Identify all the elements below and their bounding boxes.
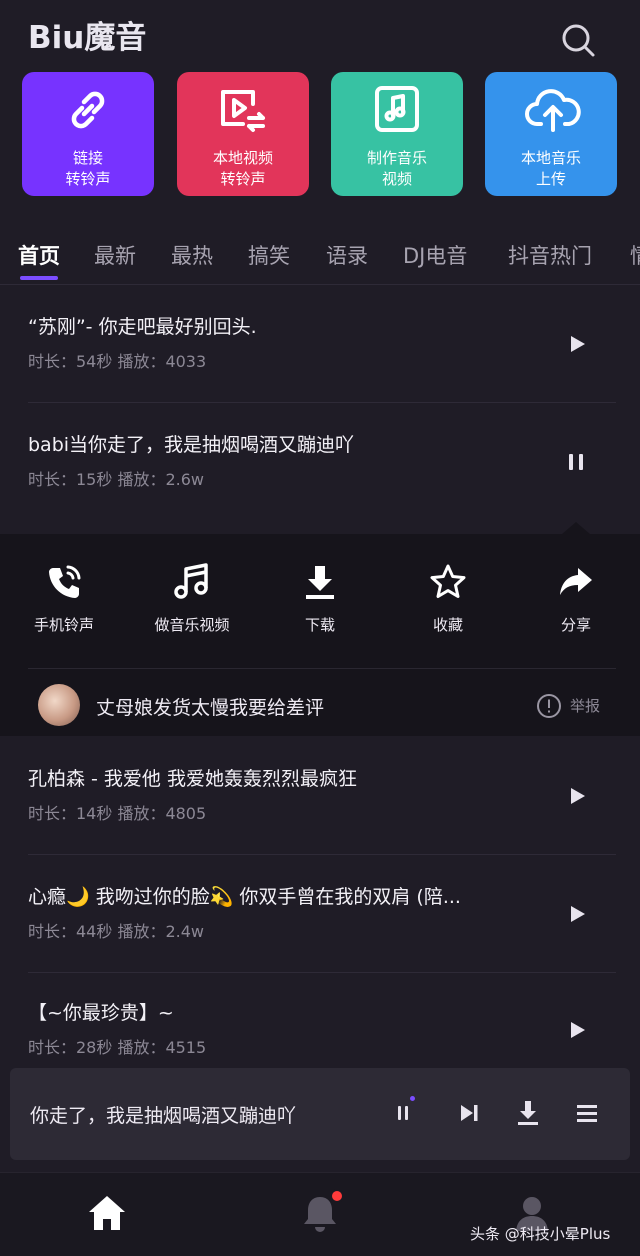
header: Biu魔音 <box>0 0 640 64</box>
song-title: “苏刚”- 你走吧最好别回头. <box>28 316 257 338</box>
cloud-upload-icon <box>525 89 581 132</box>
tab-latest[interactable]: 最新 <box>94 240 136 270</box>
tab-douyin-hot[interactable]: 抖音热门 <box>508 240 592 270</box>
tile-label: 本地视频 转铃声 <box>212 149 273 188</box>
action-label: 手机铃声 <box>33 616 94 634</box>
action-label: 分享 <box>560 616 591 634</box>
tab-funny[interactable]: 搞笑 <box>248 240 290 270</box>
tile-label: 制作音乐 视频 <box>366 149 427 188</box>
song-meta: 时长：14秒 播放：4805 <box>28 804 207 823</box>
song-meta: 时长：15秒 播放：2.6w <box>28 470 204 489</box>
song-item[interactable]: 孔柏森 - 我爱他 我爱她轰轰烈烈最疯狂 时长：14秒 播放：4805 <box>0 738 640 856</box>
tile-label: 链接 转铃声 <box>65 149 111 188</box>
play-icon[interactable] <box>562 1016 590 1044</box>
search-icon[interactable] <box>558 20 598 60</box>
music-note-icon <box>174 563 208 599</box>
bottom-nav: 头条 @科技小晕Plus <box>0 1172 640 1256</box>
category-tabs: 首页 最新 最热 搞笑 语录 DJ电音 抖音热门 情 <box>0 232 640 284</box>
divider <box>28 668 616 669</box>
tab-quotes[interactable]: 语录 <box>326 240 368 270</box>
play-icon[interactable] <box>562 782 590 810</box>
tab-hottest[interactable]: 最热 <box>171 240 213 270</box>
song-action-panel: 手机铃声 做音乐视频 下载 收藏 分享 丈母娘发货太慢我要给差评 举报 <box>0 534 640 736</box>
tile-label: 本地音乐 上传 <box>520 149 581 188</box>
action-label: 收藏 <box>432 616 463 634</box>
play-icon[interactable] <box>562 330 590 358</box>
favorite-button[interactable]: 收藏 <box>393 560 503 646</box>
action-label: 做音乐视频 <box>154 616 230 634</box>
panel-pointer <box>562 522 590 534</box>
song-title: 心瘾🌙 我吻过你的脸💫 你双手曾在我的双肩 (陪... <box>28 886 461 908</box>
divider <box>28 402 616 403</box>
song-item[interactable]: 心瘾🌙 我吻过你的脸💫 你双手曾在我的双肩 (陪... 时长：44秒 播放：2.… <box>0 856 640 974</box>
divider <box>28 972 616 973</box>
uploader-name[interactable]: 丈母娘发货太慢我要给差评 <box>96 693 324 720</box>
song-meta: 时长：54秒 播放：4033 <box>28 352 207 371</box>
alert-icon <box>537 694 561 718</box>
share-icon <box>560 568 592 595</box>
playlist-menu-icon[interactable] <box>572 1098 602 1128</box>
watermark-text: 头条 @科技小晕Plus <box>470 1225 611 1243</box>
divider <box>0 284 640 285</box>
feature-tiles: 链接 转铃声 本地视频 转铃声 制作音乐 视频 本地音乐 上传 <box>22 72 622 198</box>
video-convert-icon <box>221 90 265 132</box>
home-icon[interactable] <box>85 1191 129 1235</box>
set-phone-ringtone-button[interactable]: 手机铃声 <box>9 560 119 646</box>
tab-dj[interactable]: DJ电音 <box>403 240 467 270</box>
link-to-ringtone-tile[interactable]: 链接 转铃声 <box>22 72 154 196</box>
mini-player[interactable]: 你走了，我是抽烟喝酒又蹦迪吖 <box>10 1068 630 1160</box>
app-title: Biu魔音 <box>28 20 147 56</box>
pause-icon[interactable] <box>388 1098 418 1128</box>
now-playing-title: 你走了，我是抽烟喝酒又蹦迪吖 <box>30 1105 297 1127</box>
star-icon <box>430 564 466 598</box>
share-button[interactable]: 分享 <box>521 560 631 646</box>
song-item[interactable]: “苏刚”- 你走吧最好别回头. 时长：54秒 播放：4033 <box>0 286 640 404</box>
download-icon[interactable] <box>513 1098 543 1128</box>
music-file-icon <box>375 86 419 132</box>
link-icon <box>71 91 105 129</box>
upload-local-music-tile[interactable]: 本地音乐 上传 <box>485 72 617 196</box>
notification-badge <box>330 1189 344 1203</box>
tab-home[interactable]: 首页 <box>18 240 60 270</box>
download-button[interactable]: 下载 <box>265 560 375 646</box>
make-music-video-button[interactable]: 做音乐视频 <box>137 560 247 646</box>
song-item[interactable]: babi当你走了，我是抽烟喝酒又蹦迪吖 时长：15秒 播放：2.6w <box>0 404 640 522</box>
pause-icon[interactable] <box>562 448 590 476</box>
action-label: 下载 <box>304 616 335 634</box>
report-label: 举报 <box>570 697 601 715</box>
phone-ring-icon <box>49 565 81 598</box>
play-icon[interactable] <box>562 900 590 928</box>
video-to-ringtone-tile[interactable]: 本地视频 转铃声 <box>177 72 309 196</box>
song-title: 【~你最珍贵】~ <box>28 1002 174 1024</box>
divider <box>28 854 616 855</box>
tab-more[interactable]: 情 <box>630 240 640 270</box>
next-track-icon[interactable] <box>454 1098 484 1128</box>
report-button[interactable]: 举报 <box>534 691 614 721</box>
download-icon <box>306 566 334 599</box>
make-music-video-tile[interactable]: 制作音乐 视频 <box>331 72 463 196</box>
song-meta: 时长：28秒 播放：4515 <box>28 1038 207 1057</box>
active-tab-indicator <box>20 276 58 280</box>
avatar[interactable] <box>38 684 80 726</box>
song-meta: 时长：44秒 播放：2.4w <box>28 922 204 941</box>
song-title: babi当你走了，我是抽烟喝酒又蹦迪吖 <box>28 434 355 456</box>
song-title: 孔柏森 - 我爱他 我爱她轰轰烈烈最疯狂 <box>28 768 357 790</box>
